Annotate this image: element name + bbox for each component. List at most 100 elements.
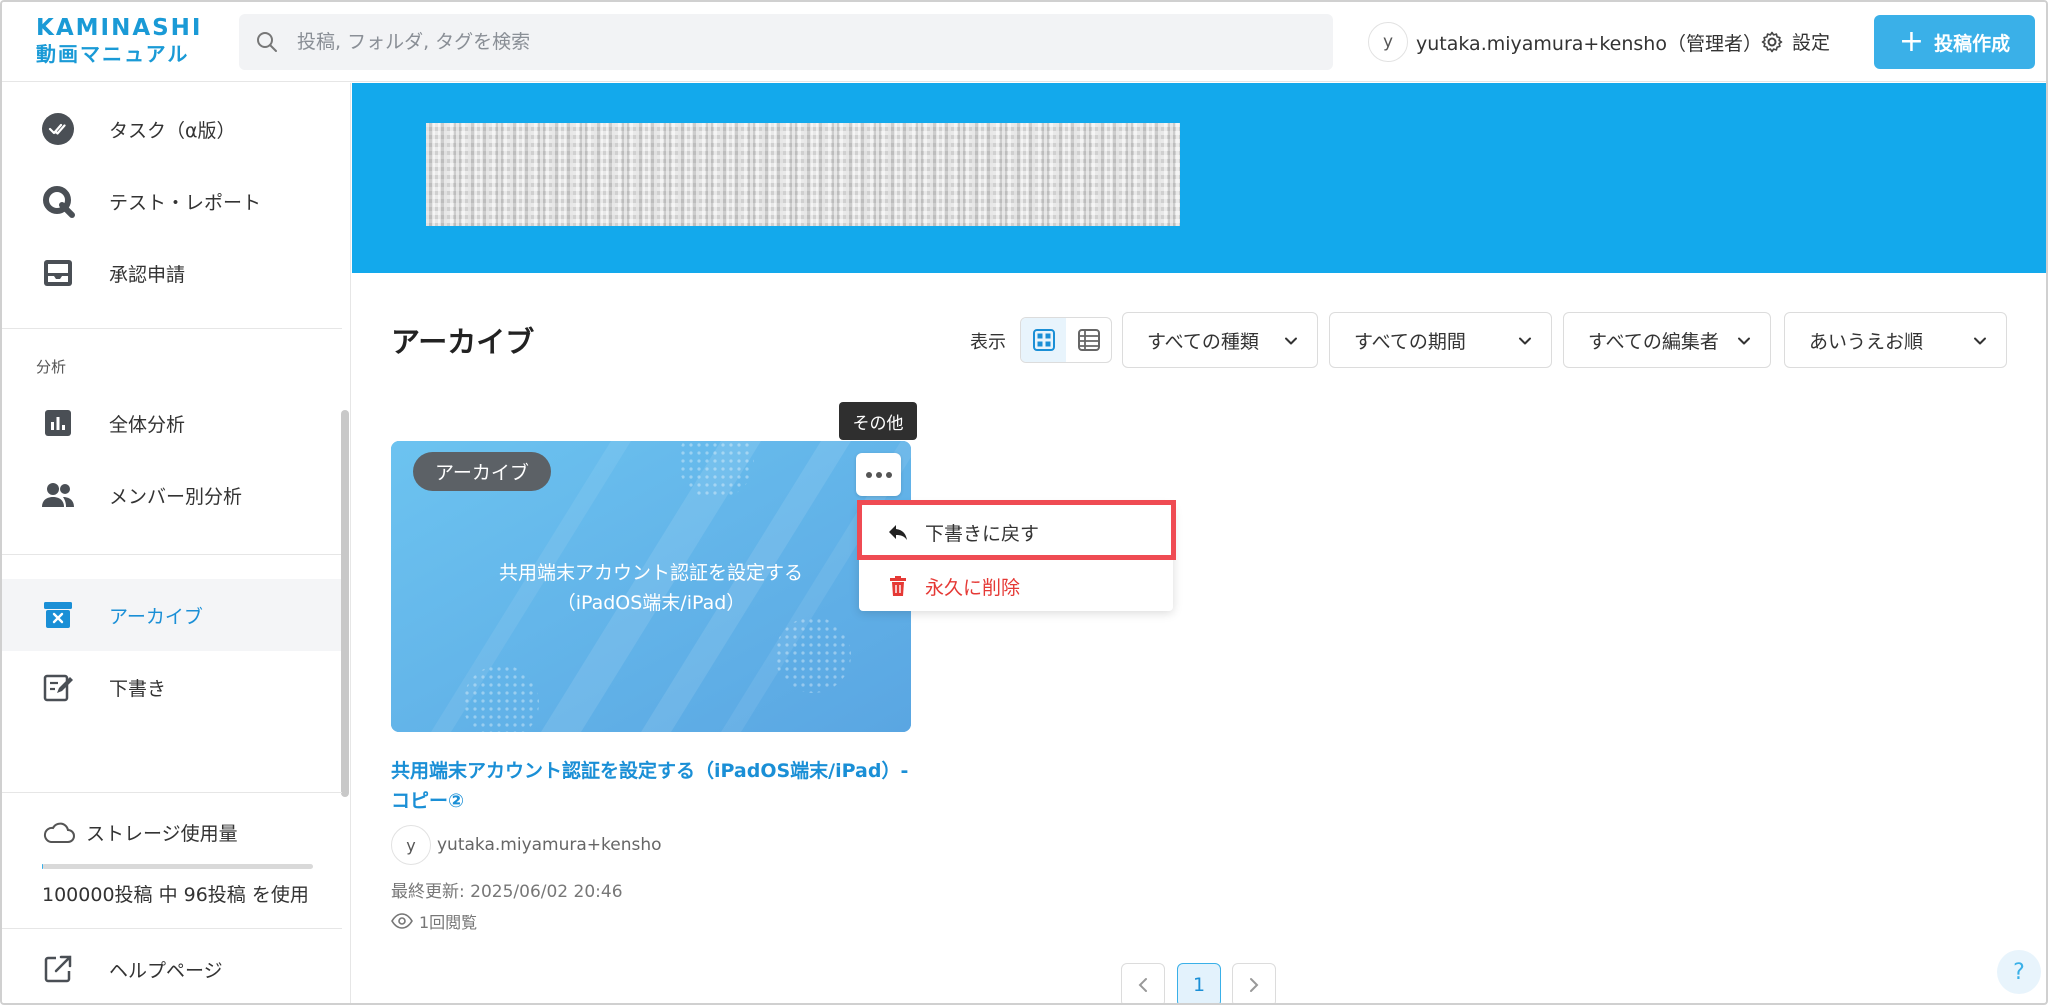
storage-progress-bar <box>42 864 313 869</box>
sidebar-item-drafts[interactable]: 下書き <box>2 651 342 723</box>
trash-icon <box>890 576 906 596</box>
sidebar-divider <box>2 792 342 793</box>
search-box[interactable] <box>239 14 1333 70</box>
chevron-down-icon <box>1285 337 1297 345</box>
logo-subtitle: 動画マニュアル <box>36 42 190 66</box>
sidebar-item-tasks[interactable]: タスク（α版） <box>2 93 342 165</box>
view-count: 1回閲覧 <box>391 909 477 933</box>
sidebar-item-label: 下書き <box>109 677 167 700</box>
cloud-icon <box>43 822 75 843</box>
double-check-icon <box>40 111 76 147</box>
sidebar-divider <box>2 554 342 555</box>
storage-label-text: ストレージ使用量 <box>86 823 238 845</box>
banner-image-redacted <box>426 123 1180 226</box>
highlight-box <box>857 500 1176 560</box>
chevron-down-icon <box>1519 337 1531 345</box>
sort-order-value: あいうえお順 <box>1809 330 1924 353</box>
filter-editor-value: すべての編集者 <box>1588 330 1719 353</box>
last-updated: 最終更新: 2025/06/02 20:46 <box>391 882 623 902</box>
gear-icon <box>1761 31 1783 52</box>
chevron-down-icon <box>1974 337 1986 345</box>
avatar: y <box>1368 22 1408 62</box>
logo-wordmark: KAMINASHI <box>36 15 203 41</box>
sort-order-select[interactable]: あいうえお順 <box>1784 312 2007 368</box>
sidebar-item-member-analysis[interactable]: メンバー別分析 <box>2 459 342 531</box>
sidebar-item-test-report[interactable]: テスト・レポート <box>2 165 342 237</box>
post-card-thumbnail[interactable]: アーカイブ 共用端末アカウント認証を設定する （iPadOS端末/iPad） <box>391 441 911 732</box>
archive-badge: アーカイブ <box>413 452 551 491</box>
list-icon <box>1077 329 1100 351</box>
more-dots-icon <box>865 471 892 478</box>
page-title: アーカイブ <box>391 325 535 359</box>
sidebar-divider <box>2 328 342 329</box>
chevron-right-icon <box>1250 978 1259 992</box>
sidebar-item-archive[interactable]: アーカイブ <box>2 579 342 651</box>
list-view-button[interactable] <box>1066 318 1111 362</box>
logo[interactable]: KAMINASHI 動画マニュアル <box>36 16 203 68</box>
sidebar-heading-analysis: 分析 <box>36 358 67 376</box>
grid-icon <box>1032 329 1055 351</box>
view-label: 表示 <box>970 332 1006 353</box>
app-window: KAMINASHI 動画マニュアル y yutaka.miyamura+kens… <box>0 0 2048 1005</box>
sidebar-item-label: ヘルプページ <box>109 959 223 982</box>
filter-period-select[interactable]: すべての期間 <box>1329 312 1552 368</box>
sidebar-item-approval[interactable]: 承認申請 <box>2 237 342 309</box>
archive-icon <box>40 597 76 633</box>
sidebar-scrollbar[interactable] <box>341 410 349 797</box>
q-icon <box>40 183 76 219</box>
filter-type-value: すべての種類 <box>1147 330 1259 353</box>
more-options-button[interactable] <box>856 453 901 496</box>
create-post-button[interactable]: + 投稿作成 <box>1874 15 2035 69</box>
sidebar-item-overall-analysis[interactable]: 全体分析 <box>2 387 342 459</box>
search-icon <box>257 32 277 52</box>
edit-icon <box>40 669 76 705</box>
thumbnail-title-line1: 共用端末アカウント認証を設定する <box>498 562 803 584</box>
help-button[interactable]: ? <box>1997 950 2041 994</box>
page-banner <box>352 83 2046 273</box>
inbox-icon <box>40 255 76 291</box>
create-post-label: 投稿作成 <box>1934 32 2011 55</box>
sidebar: タスク（α版） テスト・レポート 承認申請 分析 全体分析 メンバー別分析 アー… <box>2 83 351 1003</box>
menu-item-delete-permanently[interactable]: 永久に削除 <box>859 561 1173 611</box>
sidebar-item-label: アーカイブ <box>109 605 203 628</box>
filter-editor-select[interactable]: すべての編集者 <box>1563 312 1771 368</box>
chevron-left-icon <box>1138 978 1147 992</box>
eye-icon <box>391 913 413 929</box>
sidebar-divider <box>2 928 342 929</box>
pagination-page-button[interactable]: 1 <box>1177 963 1221 1003</box>
pagination-prev-button[interactable] <box>1121 963 1165 1003</box>
avatar: y <box>391 825 431 865</box>
top-header: KAMINASHI 動画マニュアル y yutaka.miyamura+kens… <box>2 2 2046 82</box>
menu-item-label: 永久に削除 <box>925 576 1021 599</box>
filter-type-select[interactable]: すべての種類 <box>1122 312 1318 368</box>
plus-icon: + <box>1898 24 1925 59</box>
storage-usage-label: ストレージ使用量 <box>42 819 238 846</box>
settings-button[interactable]: 設定 <box>1760 28 1830 55</box>
storage-progress-fill <box>42 864 44 869</box>
user-name: yutaka.miyamura+kensho（管理者） <box>1416 32 1762 55</box>
sidebar-item-help[interactable]: ヘルプページ <box>2 933 342 1003</box>
view-toggle <box>1020 317 1112 363</box>
grid-view-button[interactable] <box>1021 318 1066 362</box>
settings-label: 設定 <box>1792 32 1831 54</box>
author-name: yutaka.miyamura+kensho <box>437 835 662 855</box>
thumbnail-title-line2: （iPadOS端末/iPad） <box>556 592 746 614</box>
more-tooltip: その他 <box>839 402 917 440</box>
storage-usage-text: 100000投稿 中 96投稿 を使用 <box>42 884 309 906</box>
chevron-down-icon <box>1738 337 1750 345</box>
post-title-link[interactable]: 共用端末アカウント認証を設定する（iPadOS端末/iPad）- コピー② <box>391 756 921 816</box>
user-menu[interactable]: y yutaka.miyamura+kensho（管理者） <box>1368 21 1762 63</box>
sidebar-item-label: タスク（α版） <box>109 119 236 142</box>
view-count-text: 1回閲覧 <box>419 913 478 932</box>
post-author: y yutaka.miyamura+kensho <box>391 825 662 865</box>
sidebar-item-label: 全体分析 <box>109 413 186 436</box>
search-input[interactable] <box>297 14 1307 70</box>
thumbnail-title: 共用端末アカウント認証を設定する （iPadOS端末/iPad） <box>391 558 911 618</box>
bar-chart-icon <box>40 405 76 441</box>
sidebar-item-label: 承認申請 <box>109 263 186 286</box>
sidebar-item-label: メンバー別分析 <box>109 485 243 508</box>
external-link-icon <box>40 951 76 987</box>
filter-period-value: すべての期間 <box>1354 330 1466 353</box>
people-icon <box>40 477 76 513</box>
pagination-next-button[interactable] <box>1232 963 1276 1003</box>
